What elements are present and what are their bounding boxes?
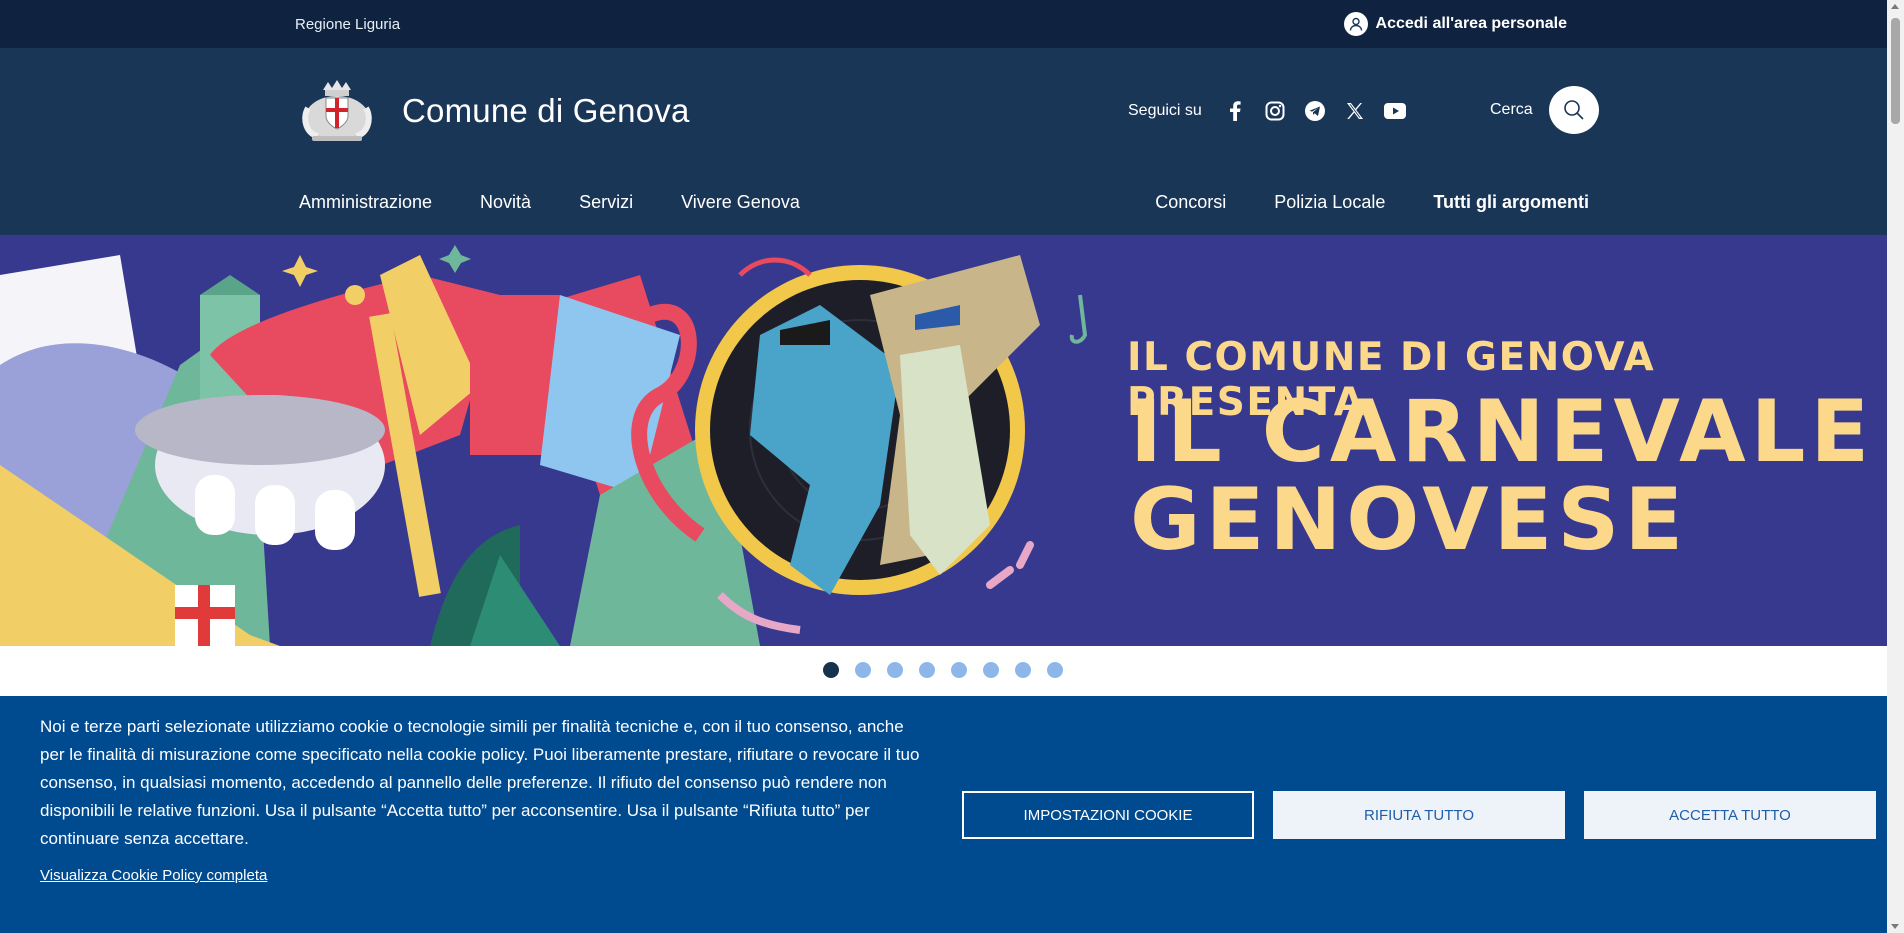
nav-item-concorsi[interactable]: Concorsi bbox=[1155, 192, 1226, 213]
cookie-settings-button[interactable]: Impostazioni cookie bbox=[962, 791, 1254, 839]
cookie-banner: Noi e terze parti selezionate utilizziam… bbox=[0, 696, 1887, 933]
facebook-icon[interactable] bbox=[1224, 100, 1246, 122]
cookie-text: Noi e terze parti selezionate utilizziam… bbox=[40, 717, 920, 848]
region-link[interactable]: Regione Liguria bbox=[295, 16, 400, 33]
brand-link[interactable]: Comune di Genova bbox=[298, 78, 690, 144]
login-label: Accedi all'area personale bbox=[1375, 15, 1567, 32]
secondary-nav: Concorsi Polizia Locale Tutti gli argome… bbox=[1155, 192, 1589, 213]
carousel-dot[interactable] bbox=[823, 662, 839, 678]
scrollbar-thumb[interactable] bbox=[1891, 18, 1900, 124]
carousel-dots bbox=[823, 662, 1063, 678]
youtube-icon[interactable] bbox=[1383, 100, 1406, 122]
user-icon bbox=[1343, 12, 1368, 36]
nav-item-polizia-locale[interactable]: Polizia Locale bbox=[1274, 192, 1385, 213]
carousel-dot[interactable] bbox=[887, 662, 903, 678]
cookie-policy-link[interactable]: Visualizza Cookie Policy completa bbox=[40, 867, 267, 884]
search-button[interactable] bbox=[1548, 86, 1599, 134]
carousel-dot[interactable] bbox=[1015, 662, 1031, 678]
search-label[interactable]: Cerca bbox=[1490, 101, 1533, 119]
scroll-up-icon[interactable] bbox=[1891, 4, 1899, 9]
site-title: Comune di Genova bbox=[402, 92, 690, 129]
instagram-icon[interactable] bbox=[1264, 100, 1286, 122]
page-scrollbar[interactable] bbox=[1887, 0, 1904, 933]
nav-item-vivere-genova[interactable]: Vivere Genova bbox=[681, 192, 800, 213]
personal-area-login[interactable]: Accedi all'area personale bbox=[1343, 12, 1567, 36]
main-nav: Amministrazione Novità Servizi Vivere Ge… bbox=[299, 192, 800, 213]
top-bar: Regione Liguria Accedi all'area personal… bbox=[0, 0, 1887, 48]
carousel-dot[interactable] bbox=[983, 662, 999, 678]
hero-title-line1: IL CARNEVALE bbox=[1130, 382, 1875, 482]
hero-banner[interactable]: IL COMUNE DI GENOVA PRESENTA IL CARNEVAL… bbox=[0, 235, 1887, 646]
search-area: Cerca bbox=[1490, 86, 1599, 134]
social-label: Seguici su bbox=[1128, 102, 1202, 119]
carousel-dot[interactable] bbox=[919, 662, 935, 678]
nav-item-novita[interactable]: Novità bbox=[480, 192, 531, 213]
carousel-dot[interactable] bbox=[855, 662, 871, 678]
genova-crest-logo bbox=[302, 80, 372, 141]
telegram-icon[interactable] bbox=[1304, 100, 1326, 122]
carousel-dot[interactable] bbox=[1047, 662, 1063, 678]
social-links: Seguici su bbox=[1128, 100, 1406, 122]
accept-all-button[interactable]: Accetta tutto bbox=[1584, 791, 1876, 839]
site-header: Comune di Genova Seguici su Cerca Ammini… bbox=[0, 48, 1887, 235]
scroll-down-icon[interactable] bbox=[1891, 924, 1899, 929]
carousel-dot[interactable] bbox=[951, 662, 967, 678]
nav-item-amministrazione[interactable]: Amministrazione bbox=[299, 192, 432, 213]
nav-item-servizi[interactable]: Servizi bbox=[579, 192, 633, 213]
reject-all-button[interactable]: Rifiuta tutto bbox=[1273, 791, 1565, 839]
x-icon[interactable] bbox=[1344, 100, 1366, 122]
nav-item-tutti-gli-argomenti[interactable]: Tutti gli argomenti bbox=[1433, 192, 1589, 213]
hero-title-line2: GENOVESE bbox=[1130, 470, 1689, 570]
search-icon bbox=[1563, 100, 1584, 120]
